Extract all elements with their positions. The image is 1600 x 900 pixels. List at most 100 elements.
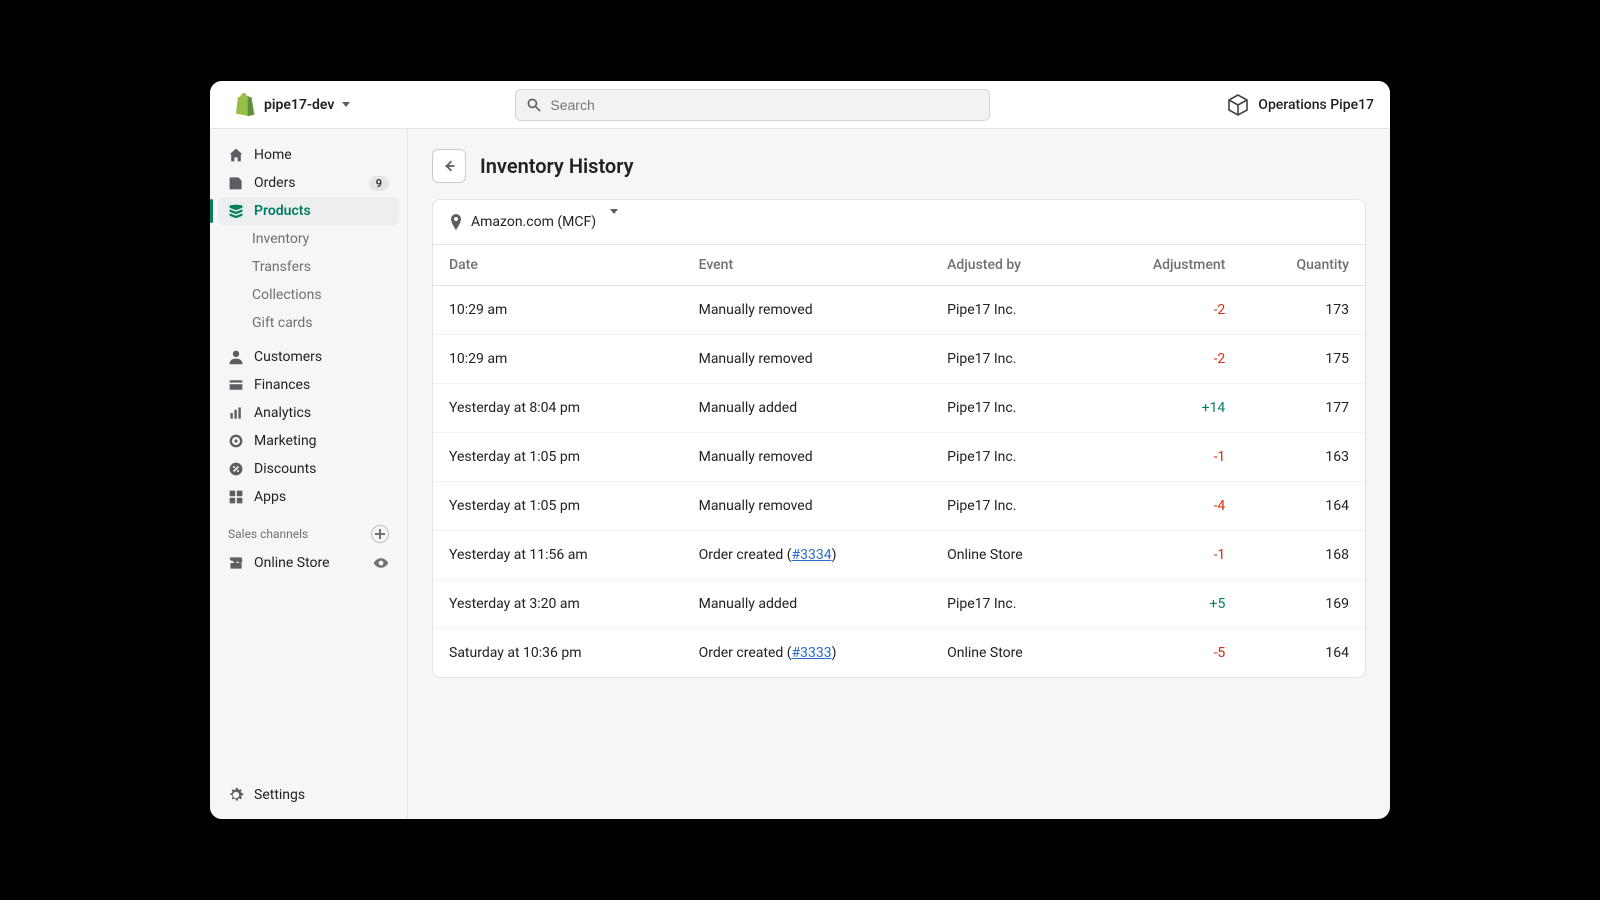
main-content: Inventory History Amazon.com (MCF) Date	[408, 129, 1390, 819]
sidebar-item-apps[interactable]: Apps	[218, 483, 399, 511]
inventory-history-card: Amazon.com (MCF) Date Event Adjusted by …	[432, 199, 1366, 678]
cell-adjusted-by: Pipe17 Inc.	[931, 286, 1088, 335]
marketing-icon	[228, 433, 244, 449]
order-link[interactable]: #3333	[792, 645, 832, 661]
cell-date: Yesterday at 11:56 am	[433, 531, 683, 580]
table-row: Yesterday at 1:05 pmManually removedPipe…	[433, 433, 1365, 482]
sidebar-item-label: Online Store	[254, 555, 330, 571]
sidebar-item-label: Analytics	[254, 405, 311, 421]
location-name: Amazon.com (MCF)	[471, 214, 596, 230]
sidebar-item-products[interactable]: Products	[218, 197, 399, 225]
profile-menu[interactable]: Operations Pipe17	[1226, 93, 1374, 117]
sidebar-item-settings[interactable]: Settings	[218, 781, 399, 809]
cell-adjustment: -1	[1088, 531, 1241, 580]
cell-date: 10:29 am	[433, 286, 683, 335]
sidebar-item-label: Apps	[254, 489, 286, 505]
cell-adjusted-by: Pipe17 Inc.	[931, 482, 1088, 531]
cell-quantity: 169	[1241, 580, 1365, 629]
location-selector[interactable]: Amazon.com (MCF)	[433, 200, 1365, 244]
search-icon	[526, 97, 542, 113]
add-channel-button[interactable]	[371, 525, 389, 543]
cell-adjusted-by: Pipe17 Inc.	[931, 384, 1088, 433]
cell-quantity: 177	[1241, 384, 1365, 433]
back-button[interactable]	[432, 149, 466, 183]
cell-date: Yesterday at 1:05 pm	[433, 482, 683, 531]
online-store-icon	[228, 555, 244, 571]
caret-down-icon	[342, 102, 350, 107]
sidebar-sub-collections[interactable]: Collections	[218, 281, 399, 309]
cell-date: Yesterday at 3:20 am	[433, 580, 683, 629]
orders-badge: 9	[369, 176, 389, 191]
sidebar-item-label: Finances	[254, 377, 310, 393]
sidebar-item-customers[interactable]: Customers	[218, 343, 399, 371]
history-table: Date Event Adjusted by Adjustment Quanti…	[433, 244, 1365, 677]
cell-event: Manually removed	[683, 335, 932, 384]
cell-adjustment: +14	[1088, 384, 1241, 433]
col-adjustment: Adjustment	[1088, 245, 1241, 286]
col-adjusted-by: Adjusted by	[931, 245, 1088, 286]
sidebar-item-online-store[interactable]: Online Store	[218, 549, 399, 577]
products-icon	[228, 203, 244, 219]
sidebar-sub-gift-cards[interactable]: Gift cards	[218, 309, 399, 337]
order-link[interactable]: #3334	[792, 547, 832, 563]
cell-adjusted-by: Pipe17 Inc.	[931, 580, 1088, 629]
table-row: 10:29 amManually removedPipe17 Inc.-2175	[433, 335, 1365, 384]
cell-event: Manually added	[683, 384, 932, 433]
cube-icon	[1226, 93, 1250, 117]
app-window: pipe17-dev Operations Pipe17 Home	[210, 81, 1390, 819]
table-row: 10:29 amManually removedPipe17 Inc.-2173	[433, 286, 1365, 335]
sidebar-sub-inventory[interactable]: Inventory	[218, 225, 399, 253]
table-row: Yesterday at 3:20 amManually addedPipe17…	[433, 580, 1365, 629]
cell-adjusted-by: Online Store	[931, 531, 1088, 580]
sidebar-item-finances[interactable]: Finances	[218, 371, 399, 399]
cell-quantity: 173	[1241, 286, 1365, 335]
store-name: pipe17-dev	[264, 97, 334, 113]
view-store-button[interactable]	[373, 555, 389, 571]
search-field[interactable]	[515, 89, 990, 121]
cell-date: Saturday at 10:36 pm	[433, 629, 683, 678]
sidebar-item-home[interactable]: Home	[218, 141, 399, 169]
sidebar-item-label: Customers	[254, 349, 322, 365]
search-container	[515, 89, 990, 121]
page-title: Inventory History	[480, 154, 634, 178]
cell-quantity: 175	[1241, 335, 1365, 384]
sidebar-item-marketing[interactable]: Marketing	[218, 427, 399, 455]
sidebar-item-discounts[interactable]: Discounts	[218, 455, 399, 483]
cell-adjustment: -1	[1088, 433, 1241, 482]
cell-adjustment: -2	[1088, 286, 1241, 335]
search-input[interactable]	[550, 97, 979, 113]
analytics-icon	[228, 405, 244, 421]
cell-adjusted-by: Online Store	[931, 629, 1088, 678]
profile-name: Operations Pipe17	[1258, 97, 1374, 113]
orders-icon	[228, 175, 244, 191]
cell-adjusted-by: Pipe17 Inc.	[931, 335, 1088, 384]
sidebar-sub-transfers[interactable]: Transfers	[218, 253, 399, 281]
sidebar-item-orders[interactable]: Orders 9	[218, 169, 399, 197]
cell-event: Manually removed	[683, 286, 932, 335]
location-pin-icon	[449, 214, 463, 230]
sidebar-item-label: Settings	[254, 787, 305, 803]
cell-adjustment: -2	[1088, 335, 1241, 384]
sidebar-item-label: Products	[254, 203, 311, 219]
table-row: Saturday at 10:36 pmOrder created (#3333…	[433, 629, 1365, 678]
table-row: Yesterday at 11:56 amOrder created (#333…	[433, 531, 1365, 580]
apps-icon	[228, 489, 244, 505]
store-switcher[interactable]: pipe17-dev	[226, 87, 358, 123]
sidebar-item-label: Marketing	[254, 433, 317, 449]
cell-quantity: 164	[1241, 629, 1365, 678]
customers-icon	[228, 349, 244, 365]
cell-event: Order created (#3333)	[683, 629, 932, 678]
sidebar-item-analytics[interactable]: Analytics	[218, 399, 399, 427]
cell-date: Yesterday at 1:05 pm	[433, 433, 683, 482]
cell-adjusted-by: Pipe17 Inc.	[931, 433, 1088, 482]
col-date: Date	[433, 245, 683, 286]
cell-event: Order created (#3334)	[683, 531, 932, 580]
cell-adjustment: +5	[1088, 580, 1241, 629]
top-bar: pipe17-dev Operations Pipe17	[210, 81, 1390, 129]
cell-date: Yesterday at 8:04 pm	[433, 384, 683, 433]
discounts-icon	[228, 461, 244, 477]
sidebar: Home Orders 9 Products Inventory Transfe…	[210, 129, 408, 819]
sidebar-item-label: Orders	[254, 175, 296, 191]
cell-event: Manually removed	[683, 433, 932, 482]
gear-icon	[228, 787, 244, 803]
